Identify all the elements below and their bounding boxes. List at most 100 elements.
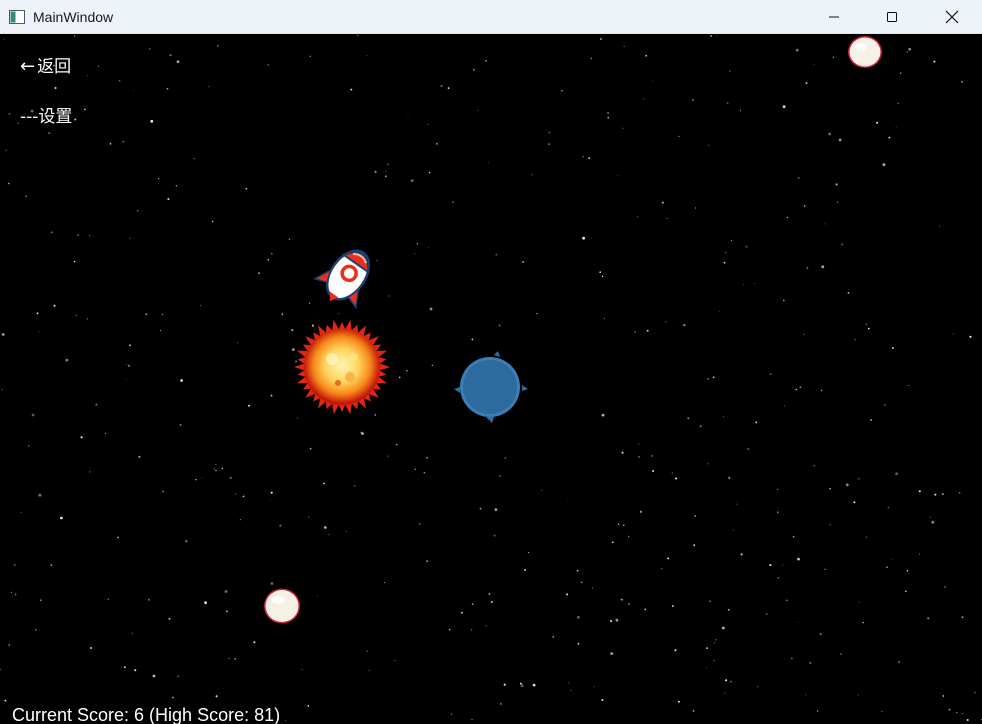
star-dot <box>35 629 37 631</box>
star-dot <box>504 457 507 459</box>
star-dot <box>590 57 593 60</box>
star-dot <box>611 541 614 544</box>
star-dot <box>387 455 389 457</box>
star-dot <box>837 201 839 203</box>
star-dot <box>582 155 584 158</box>
star-dot <box>895 472 898 476</box>
star-dot <box>966 718 969 722</box>
maximize-button[interactable] <box>863 0 921 34</box>
star-dot <box>867 327 870 330</box>
star-dot <box>840 653 842 655</box>
star-dot <box>383 582 385 584</box>
star-dot <box>730 239 732 242</box>
star-dot <box>888 136 891 139</box>
star-dot <box>722 416 724 417</box>
star-dot <box>566 500 568 502</box>
star-dot <box>797 557 800 561</box>
star-dot <box>258 272 260 275</box>
star-dot <box>661 201 664 204</box>
star-dot <box>301 669 303 670</box>
star-dot <box>150 119 154 123</box>
star-dot <box>271 252 273 255</box>
star-dot <box>693 544 696 547</box>
star-dot <box>783 405 785 407</box>
star-dot <box>95 403 98 406</box>
star-dot <box>407 114 409 116</box>
star-dot <box>73 260 76 263</box>
star-dot <box>853 501 856 504</box>
star-dot <box>962 713 964 715</box>
star-dot <box>805 82 808 85</box>
star-dot <box>195 478 197 481</box>
star-dot <box>317 596 319 597</box>
star-dot <box>166 87 169 90</box>
star-dot <box>1 388 3 391</box>
star-dot <box>309 55 311 57</box>
star-dot <box>865 323 868 325</box>
star-dot <box>858 478 860 480</box>
star-dot <box>786 599 788 602</box>
star-dot <box>177 675 179 678</box>
star-dot <box>350 88 353 91</box>
star-dot <box>732 529 734 531</box>
star-dot <box>832 56 835 58</box>
star-dot <box>270 491 273 494</box>
star-dot <box>431 364 433 366</box>
star-dot <box>886 566 888 569</box>
star-dot <box>636 216 638 218</box>
star-dot <box>338 313 340 315</box>
star-dot <box>692 99 694 101</box>
close-button[interactable] <box>922 0 982 34</box>
star-dot <box>607 112 609 114</box>
star-dot <box>952 333 954 335</box>
star-dot <box>891 346 894 350</box>
star-dot <box>368 669 370 672</box>
star-dot <box>769 373 772 376</box>
star-dot <box>730 680 732 683</box>
star-dot <box>125 364 127 366</box>
star-dot <box>398 376 401 379</box>
star-dot <box>740 553 743 556</box>
star-dot <box>671 472 673 474</box>
star-dot <box>862 621 864 624</box>
star-dot <box>281 313 284 316</box>
star-dot <box>783 299 785 302</box>
star-dot <box>743 284 744 286</box>
star-dot <box>384 175 387 178</box>
star-dot <box>307 705 310 707</box>
star-dot <box>847 291 850 294</box>
star-dot <box>724 692 726 694</box>
star-dot <box>610 652 614 655</box>
star-dot <box>471 719 473 721</box>
star-dot <box>145 313 148 316</box>
minimize-button[interactable] <box>805 0 863 34</box>
star-dot <box>234 493 236 495</box>
star-dot <box>723 261 726 264</box>
star-dot <box>242 495 245 498</box>
settings-button[interactable]: ---设置 <box>20 107 72 127</box>
star-dot <box>267 64 269 66</box>
star-dot <box>938 225 940 227</box>
star-dot <box>897 102 899 105</box>
star-dot <box>805 694 807 696</box>
star-dot <box>253 641 256 644</box>
game-canvas[interactable]: ← 返回 ---设置 Current Score: 6 (High Score:… <box>0 35 982 724</box>
star-dot <box>414 468 416 470</box>
star-dot <box>622 127 624 129</box>
star-dot <box>548 131 551 134</box>
star-dot <box>566 593 569 596</box>
star-dot <box>881 710 883 713</box>
star-dot <box>86 318 88 320</box>
star-dot <box>97 65 100 67</box>
star-dot <box>414 253 416 255</box>
star-dot <box>471 603 474 605</box>
star-dot <box>80 436 83 439</box>
back-button[interactable]: ← 返回 <box>20 57 71 78</box>
star-dot <box>498 324 501 327</box>
star-dot <box>490 600 493 604</box>
star-dot <box>813 63 815 65</box>
title-bar[interactable]: MainWindow <box>0 0 982 34</box>
star-dot <box>694 515 697 517</box>
star-dot <box>31 413 35 417</box>
star-dot <box>809 661 812 664</box>
